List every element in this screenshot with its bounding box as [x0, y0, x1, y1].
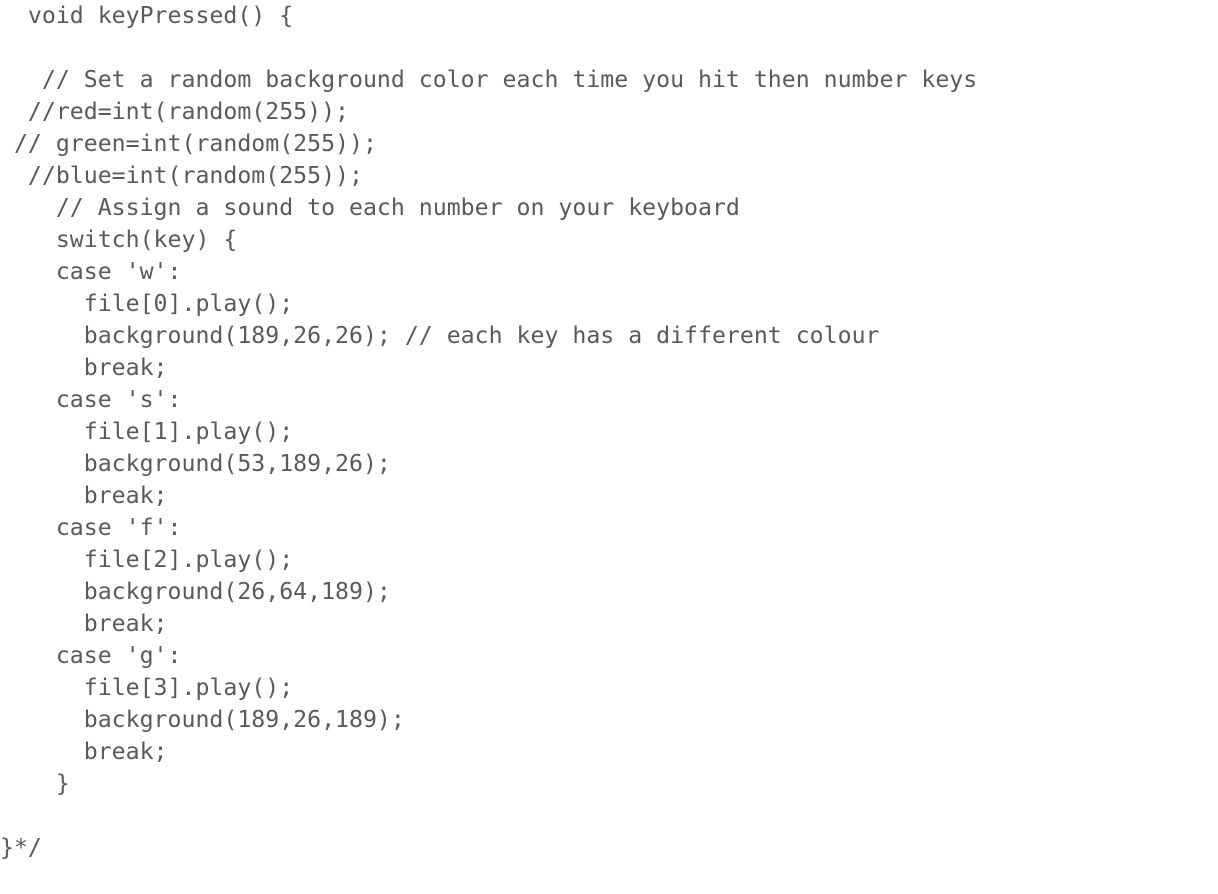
code-line: background(26,64,189);	[0, 578, 391, 605]
code-line: break;	[0, 482, 168, 509]
code-line: case 's':	[0, 386, 182, 413]
code-line: }*/	[0, 834, 42, 861]
code-line: switch(key) {	[0, 226, 238, 253]
code-line: case 'f':	[0, 514, 182, 541]
code-line: background(189,26,189);	[0, 706, 405, 733]
code-line: break;	[0, 354, 168, 381]
code-line: case 'g':	[0, 642, 182, 669]
code-line: break;	[0, 610, 168, 637]
code-view: void keyPressed() { // Set a random back…	[0, 0, 1218, 894]
code-line: file[1].play();	[0, 418, 294, 445]
code-line: void keyPressed() {	[0, 2, 294, 29]
code-line: file[0].play();	[0, 290, 294, 317]
code-line: // Set a random background color each ti…	[0, 66, 978, 93]
code-line: //blue=int(random(255));	[0, 162, 363, 189]
code-line: }	[0, 770, 70, 797]
code-line: break;	[0, 738, 168, 765]
code-line: case 'w':	[0, 258, 182, 285]
code-line: file[2].play();	[0, 546, 294, 573]
code-line: file[3].play();	[0, 674, 294, 701]
code-line: // green=int(random(255));	[0, 130, 377, 157]
code-line: //red=int(random(255));	[0, 98, 350, 125]
code-line: background(189,26,26); // each key has a…	[0, 322, 880, 349]
code-line: // Assign a sound to each number on your…	[0, 194, 740, 221]
code-line: background(53,189,26);	[0, 450, 391, 477]
